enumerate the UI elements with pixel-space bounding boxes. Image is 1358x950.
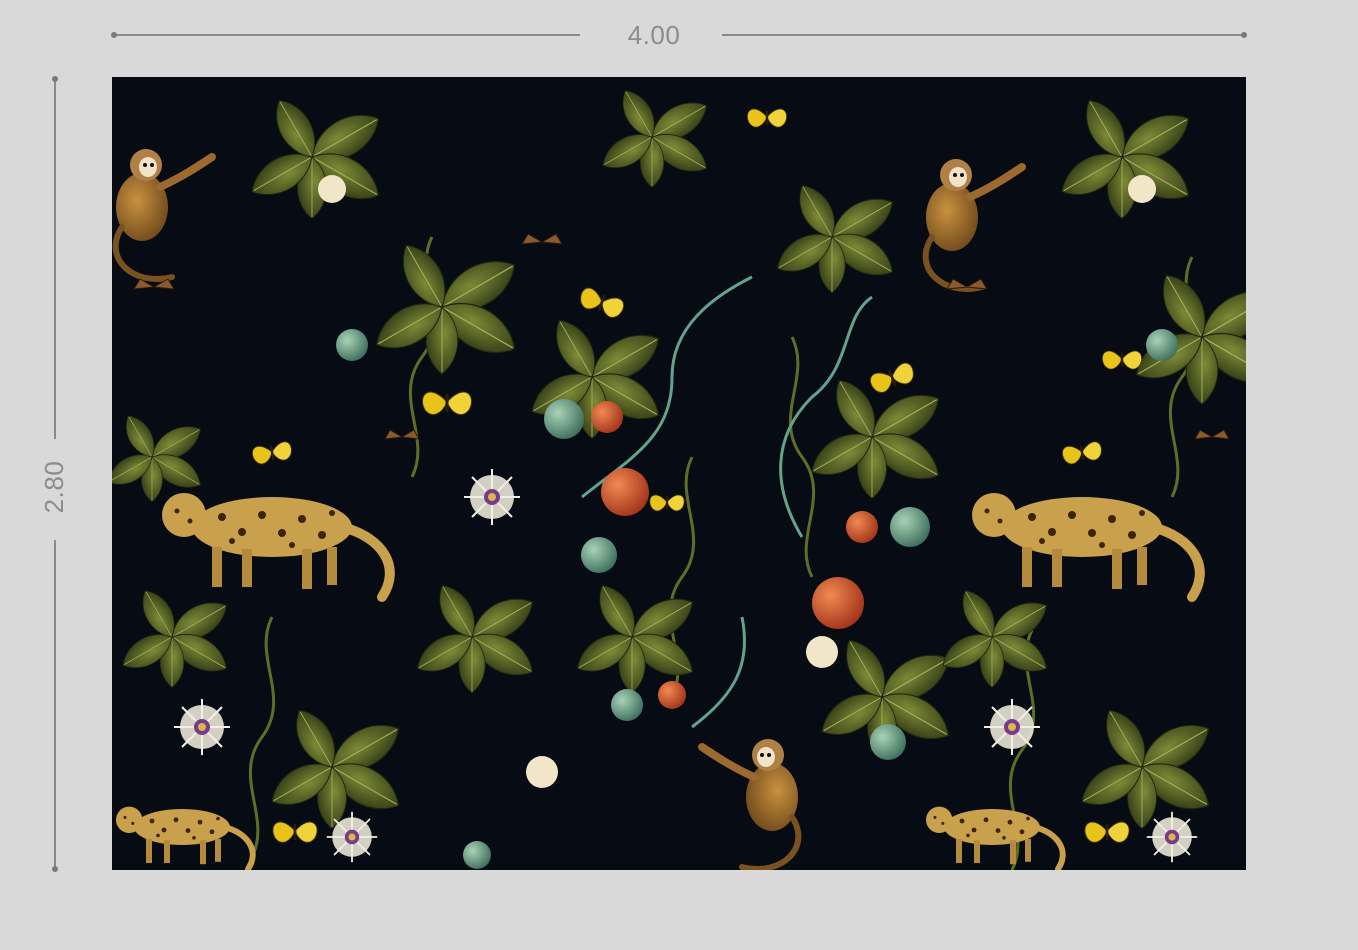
- width-dimension-cap-right: [1241, 32, 1247, 38]
- jungle-pattern-art: [112, 77, 1246, 870]
- width-dimension-line-left: [114, 34, 580, 36]
- height-dimension-line-top: [54, 79, 56, 439]
- wallpaper-pattern-preview: [112, 77, 1246, 870]
- width-dimension-label: 4.00: [627, 20, 681, 50]
- height-dimension-cap-top: [52, 76, 58, 82]
- height-dimension-cap-bottom: [52, 866, 58, 872]
- height-dimension-label: 2.80: [39, 460, 69, 514]
- height-dimension-line-bottom: [54, 540, 56, 868]
- width-dimension-line-right: [722, 34, 1244, 36]
- width-dimension-cap-left: [111, 32, 117, 38]
